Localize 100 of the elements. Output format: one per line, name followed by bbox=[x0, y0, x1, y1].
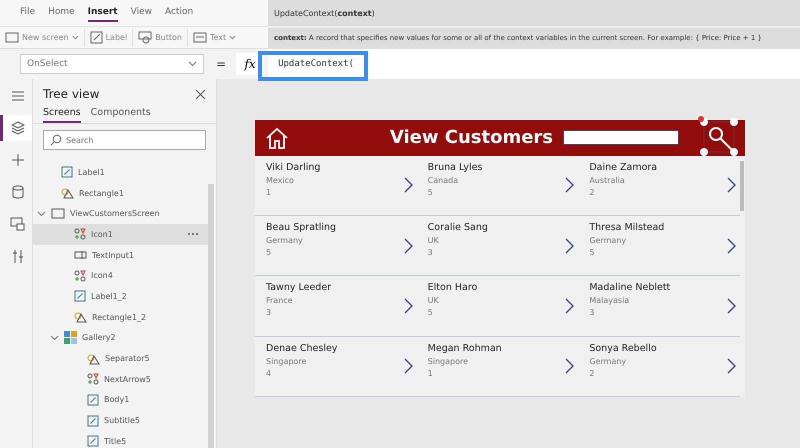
scrollbar[interactable] bbox=[740, 160, 744, 211]
menu-tab[interactable]: Action bbox=[164, 4, 194, 22]
chevron-right-icon[interactable] bbox=[727, 358, 736, 374]
customer-rating: 2 bbox=[589, 368, 596, 378]
panel-tab[interactable]: Components bbox=[90, 105, 151, 123]
tree-item[interactable]: Body1 bbox=[33, 390, 208, 410]
tree-item[interactable]: Label1_2 bbox=[33, 286, 208, 307]
more-icon[interactable] bbox=[188, 233, 198, 236]
customer-name: Coralie Sang bbox=[428, 222, 488, 234]
edit-icon bbox=[87, 435, 99, 448]
tree-item[interactable]: Icon1 bbox=[33, 224, 208, 245]
customer-country: Germany bbox=[266, 236, 304, 246]
tree-item[interactable]: Icon4 bbox=[33, 265, 208, 286]
menu-tab[interactable]: File bbox=[20, 4, 36, 22]
icons-icon bbox=[87, 373, 99, 386]
toolbar-button[interactable]: New screen bbox=[0, 28, 85, 47]
customer-rating: 3 bbox=[266, 308, 272, 318]
customer-rating: 3 bbox=[589, 308, 596, 318]
function-signature: UpdateContext(context) bbox=[274, 8, 375, 18]
customer-name: Viki Darling bbox=[266, 162, 320, 173]
customer-name: Bruna Lyles bbox=[428, 162, 482, 173]
panel-title: Tree view bbox=[43, 87, 100, 101]
menu-tab[interactable]: Home bbox=[48, 4, 75, 22]
chevron-right-icon[interactable] bbox=[727, 298, 736, 314]
menu-tab[interactable]: Insert bbox=[88, 4, 118, 22]
chevron-right-icon[interactable] bbox=[565, 298, 574, 314]
customer-country: Germany bbox=[589, 356, 628, 366]
property-dropdown[interactable]: OnSelect bbox=[20, 54, 204, 74]
tree-item[interactable]: NextArrow5 bbox=[33, 368, 208, 390]
tree-item[interactable]: Separator5 bbox=[33, 348, 208, 369]
shapes-icon bbox=[74, 311, 87, 324]
customer-rating: 5 bbox=[266, 248, 272, 258]
chevron-right-icon[interactable] bbox=[404, 177, 413, 194]
text-input-icon bbox=[74, 250, 87, 260]
chevron-down-icon bbox=[188, 61, 197, 67]
screen-icon bbox=[51, 208, 65, 220]
customer-name: Thresa Milstead bbox=[589, 222, 664, 234]
edit-icon bbox=[61, 166, 73, 178]
chevron-right-icon[interactable] bbox=[404, 358, 413, 374]
chevron-icon bbox=[50, 333, 59, 342]
cylinder-icon bbox=[12, 185, 24, 199]
scrollbar[interactable] bbox=[208, 184, 214, 448]
customer-name: Madaline Neblett bbox=[589, 282, 670, 294]
chevron-right-icon[interactable] bbox=[727, 177, 736, 194]
menu-icon bbox=[10, 90, 24, 102]
tree-item[interactable]: TextInput1 bbox=[33, 244, 208, 266]
customer-name: Tawny Leeder bbox=[266, 282, 332, 294]
close-icon[interactable] bbox=[195, 88, 206, 100]
tree-item[interactable]: Label1 bbox=[33, 162, 208, 183]
chevron-right-icon[interactable] bbox=[565, 177, 574, 194]
menu-tab[interactable]: View bbox=[130, 4, 152, 22]
customer-name: Beau Spratling bbox=[266, 222, 336, 234]
edit-icon bbox=[74, 290, 86, 302]
tree-item[interactable]: Title5 bbox=[33, 430, 208, 448]
search-icon bbox=[50, 134, 62, 146]
edit-icon bbox=[87, 414, 99, 427]
panel-tab[interactable]: Screens bbox=[43, 105, 81, 123]
customer-country: Mexico bbox=[266, 176, 295, 185]
toolbar-button[interactable]: Button bbox=[133, 28, 188, 47]
chevron-right-icon[interactable] bbox=[404, 298, 413, 314]
tree-item[interactable]: Subtitle5 bbox=[33, 410, 208, 431]
customer-country: Malayasia bbox=[589, 296, 630, 306]
equals-sign: = bbox=[216, 57, 226, 71]
customer-country: Canada bbox=[428, 176, 460, 185]
customer-country: France bbox=[266, 296, 294, 306]
rail-button[interactable] bbox=[0, 115, 32, 141]
customer-rating: 5 bbox=[428, 308, 434, 318]
customer-name: Daine Zamora bbox=[589, 162, 658, 173]
chevron-icon bbox=[37, 209, 46, 218]
customer-country: Singapore bbox=[428, 356, 470, 366]
tree-item[interactable]: Gallery2 bbox=[33, 328, 208, 348]
tools-icon bbox=[12, 248, 24, 264]
customer-name: Denae Chesley bbox=[266, 342, 338, 354]
chevron-right-icon[interactable] bbox=[565, 358, 574, 374]
customer-country: Singapore bbox=[266, 356, 308, 366]
tree-item[interactable]: Rectangle1 bbox=[33, 182, 208, 204]
toolbar-button[interactable]: Text bbox=[188, 28, 242, 47]
customer-rating: 5 bbox=[589, 248, 596, 258]
layers-icon bbox=[10, 121, 24, 135]
customer-country: UK bbox=[428, 296, 440, 306]
icons-icon bbox=[74, 270, 86, 282]
button-icon bbox=[138, 31, 152, 44]
search-field[interactable]: Search bbox=[43, 130, 206, 150]
customer-rating: 4 bbox=[266, 368, 272, 378]
chevron-right-icon[interactable] bbox=[565, 238, 574, 254]
tree-item[interactable]: Rectangle1_2 bbox=[33, 306, 208, 328]
formula-input[interactable]: UpdateContext( bbox=[268, 49, 800, 79]
search-input[interactable] bbox=[563, 130, 679, 146]
text-icon bbox=[192, 32, 207, 44]
gallery-icon bbox=[64, 331, 77, 344]
customer-rating: 1 bbox=[266, 188, 272, 197]
customer-rating: 3 bbox=[428, 248, 434, 258]
shapes-icon bbox=[87, 352, 100, 365]
tree-item[interactable]: ViewCustomersScreen bbox=[33, 203, 208, 224]
customer-name: Sonya Rebello bbox=[589, 342, 657, 354]
chevron-right-icon[interactable] bbox=[404, 238, 413, 254]
home-icon[interactable] bbox=[265, 126, 289, 149]
chevron-right-icon[interactable] bbox=[727, 238, 736, 254]
edit-icon bbox=[87, 394, 99, 406]
media-icon bbox=[10, 217, 25, 231]
